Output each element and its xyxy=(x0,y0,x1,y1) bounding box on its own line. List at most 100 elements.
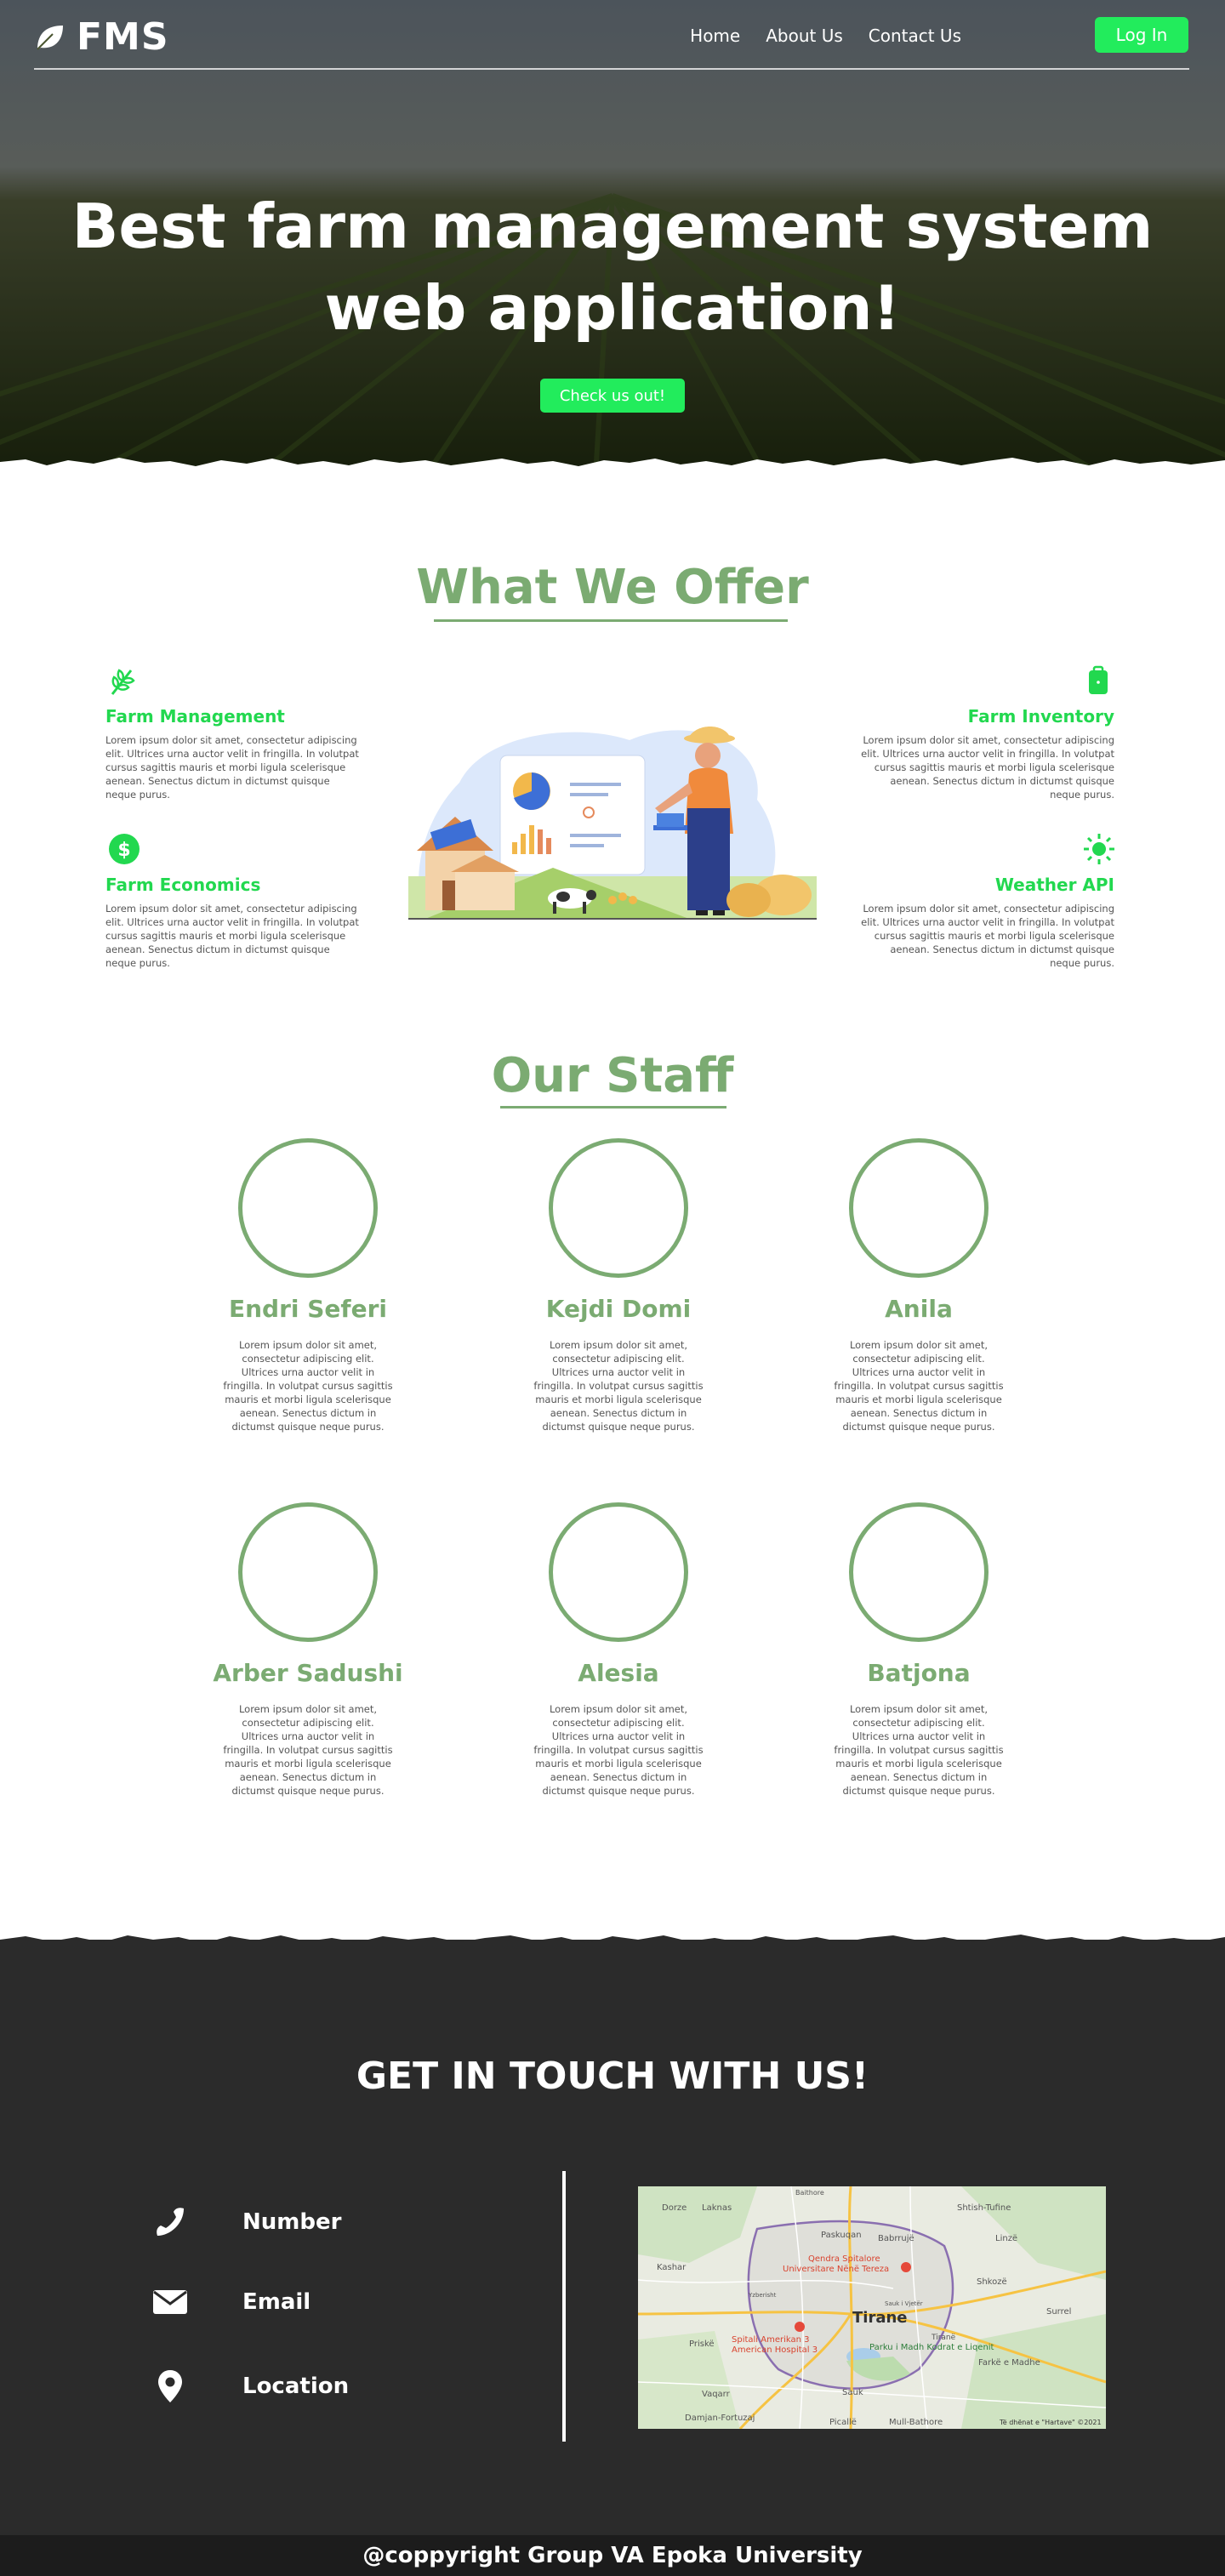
hero-title-line2: web application! xyxy=(324,272,901,344)
staff-avatar xyxy=(849,1138,989,1278)
envelope-icon xyxy=(153,2290,187,2314)
staff-bio: Lorem ipsum dolor sit amet, consectetur … xyxy=(223,1703,393,1797)
map-label: Tiranë xyxy=(931,2334,956,2342)
map-label: Yzberisht xyxy=(748,2292,777,2299)
map-label: Dorze xyxy=(662,2203,687,2213)
staff-bio: Lorem ipsum dolor sit amet, consectetur … xyxy=(533,1339,704,1433)
staff-card: Alesia Lorem ipsum dolor sit amet, conse… xyxy=(508,1502,729,1798)
offer-title: Farm Economics xyxy=(105,875,261,895)
staff-avatar xyxy=(549,1502,688,1642)
offer-weather-api: Weather API Lorem ipsum dolor sit amet, … xyxy=(859,832,1114,970)
map-label: American Hospital 3 xyxy=(732,2345,818,2355)
staff-name: Anila xyxy=(885,1295,953,1323)
phone-icon xyxy=(157,2208,184,2236)
nav-menu: Home About Us Contact Us xyxy=(690,26,961,46)
contact-email[interactable]: Email xyxy=(149,2288,311,2316)
offer-farm-management: Farm Management Lorem ipsum dolor sit am… xyxy=(105,664,361,801)
staff-avatar xyxy=(549,1138,688,1278)
staff-name: Kejdi Domi xyxy=(545,1295,692,1323)
map-label: Shkozë xyxy=(977,2277,1007,2287)
torn-edge-divider xyxy=(0,1935,1225,1950)
staff-card: Batjona Lorem ipsum dolor sit amet, cons… xyxy=(808,1502,1029,1798)
contact-email-label: Email xyxy=(242,2289,311,2315)
map-label: Linzë xyxy=(995,2234,1017,2243)
sun-icon xyxy=(1084,834,1114,864)
offers-title-underline xyxy=(434,619,788,622)
offers-title: What We Offer xyxy=(416,560,809,615)
staff-name: Endri Seferi xyxy=(229,1295,387,1323)
login-button[interactable]: Log In xyxy=(1095,17,1188,53)
offer-farm-economics: $ Farm Economics Lorem ipsum dolor sit a… xyxy=(105,832,361,970)
map-label: Picallë xyxy=(829,2418,857,2427)
map-label: Parku i Madh Kodrat e Liqenit xyxy=(869,2343,994,2352)
map-label: Damjan-Fortuzaj xyxy=(685,2414,755,2423)
map-label: Priskë xyxy=(689,2339,715,2349)
check-us-out-button[interactable]: Check us out! xyxy=(540,379,685,413)
staff-bio: Lorem ipsum dolor sit amet, consectetur … xyxy=(834,1339,1004,1433)
map-label: Spitali Amerikan 3 xyxy=(732,2335,810,2345)
staff-avatar xyxy=(238,1138,378,1278)
footer-copyright: @coppyright Group VA Epoka University xyxy=(0,2535,1225,2576)
contact-number-label: Number xyxy=(242,2209,342,2235)
contact-number[interactable]: Number xyxy=(149,2205,341,2239)
staff-bio: Lorem ipsum dolor sit amet, consectetur … xyxy=(834,1703,1004,1797)
map-label: Surrel xyxy=(1046,2307,1071,2317)
map-label: Qendra Spitalore xyxy=(808,2254,880,2264)
map-label: Baithore xyxy=(795,2189,824,2197)
map-label: Mull-Bathore xyxy=(889,2418,943,2427)
map-label: Babrrujë xyxy=(878,2234,914,2243)
map-image: Dorze Laknas Baithore Shtish-Tufine Pask… xyxy=(638,2186,1106,2429)
map-pin-icon xyxy=(158,2370,182,2402)
map-label: Vaqarr xyxy=(702,2390,731,2399)
map-label: Kashar xyxy=(657,2263,687,2272)
logo[interactable]: FMS xyxy=(34,15,169,59)
nav-divider xyxy=(34,68,1189,70)
staff-card: Endri Seferi Lorem ipsum dolor sit amet,… xyxy=(197,1138,419,1433)
nav-link-home[interactable]: Home xyxy=(690,26,740,46)
map-label: Shtish-Tufine xyxy=(957,2203,1011,2213)
contact-location[interactable]: Location xyxy=(149,2369,349,2403)
offer-text: Lorem ipsum dolor sit amet, consectetur … xyxy=(861,903,1114,969)
svg-text:$: $ xyxy=(117,840,130,861)
contact-section: GET IN TOUCH WITH US! Number Email Locat… xyxy=(0,1935,1225,2535)
map-attribution: Të dhënat e "Hartave" ©2021 xyxy=(999,2419,1102,2426)
map-label: Laknas xyxy=(702,2203,732,2213)
staff-bio: Lorem ipsum dolor sit amet, consectetur … xyxy=(223,1339,393,1433)
dollar-icon: $ xyxy=(109,834,140,864)
nav-link-about[interactable]: About Us xyxy=(766,26,843,46)
staff-card: Anila Lorem ipsum dolor sit amet, consec… xyxy=(808,1138,1029,1433)
staff-avatar xyxy=(849,1502,989,1642)
location-map[interactable]: Dorze Laknas Baithore Shtish-Tufine Pask… xyxy=(638,2186,1106,2429)
navbar: FMS Home About Us Contact Us Log In xyxy=(0,0,1225,70)
leaf-icon xyxy=(37,25,63,50)
offer-text: Lorem ipsum dolor sit amet, consectetur … xyxy=(105,903,359,969)
offer-text: Lorem ipsum dolor sit amet, consectetur … xyxy=(105,734,359,801)
map-label: Paskuqan xyxy=(821,2231,862,2240)
contact-title: GET IN TOUCH WITH US! xyxy=(356,2055,869,2098)
torn-edge-divider xyxy=(0,458,1225,476)
wheat-icon xyxy=(111,669,135,695)
staff-bio: Lorem ipsum dolor sit amet, consectetur … xyxy=(533,1703,704,1797)
staff-title-underline xyxy=(500,1106,726,1108)
offer-title: Farm Management xyxy=(105,706,285,727)
map-label: Farkë e Madhe xyxy=(978,2358,1040,2368)
farmer-illustration xyxy=(408,727,817,920)
map-label: Universitare Nënë Tereza xyxy=(783,2265,889,2274)
hero-title: Best farm management system web applicat… xyxy=(0,185,1225,349)
nav-link-contact[interactable]: Contact Us xyxy=(869,26,961,46)
map-label: Sauk i Vjetër xyxy=(885,2300,923,2307)
backpack-icon xyxy=(1089,665,1108,694)
offer-farm-inventory: Farm Inventory Lorem ipsum dolor sit ame… xyxy=(859,664,1114,801)
hero-title-line1: Best farm management system xyxy=(71,191,1154,262)
logo-text: FMS xyxy=(77,15,169,59)
contact-location-label: Location xyxy=(242,2374,350,2399)
map-label: Sauk xyxy=(842,2388,863,2397)
staff-title: Our Staff xyxy=(491,1048,734,1103)
staff-card: Arber Sadushi Lorem ipsum dolor sit amet… xyxy=(197,1502,419,1798)
staff-name: Alesia xyxy=(578,1659,659,1687)
staff-name: Batjona xyxy=(867,1659,971,1687)
staff-avatar xyxy=(238,1502,378,1642)
offer-text: Lorem ipsum dolor sit amet, consectetur … xyxy=(861,734,1114,801)
staff-card: Kejdi Domi Lorem ipsum dolor sit amet, c… xyxy=(508,1138,729,1433)
offer-title: Farm Inventory xyxy=(967,706,1114,727)
